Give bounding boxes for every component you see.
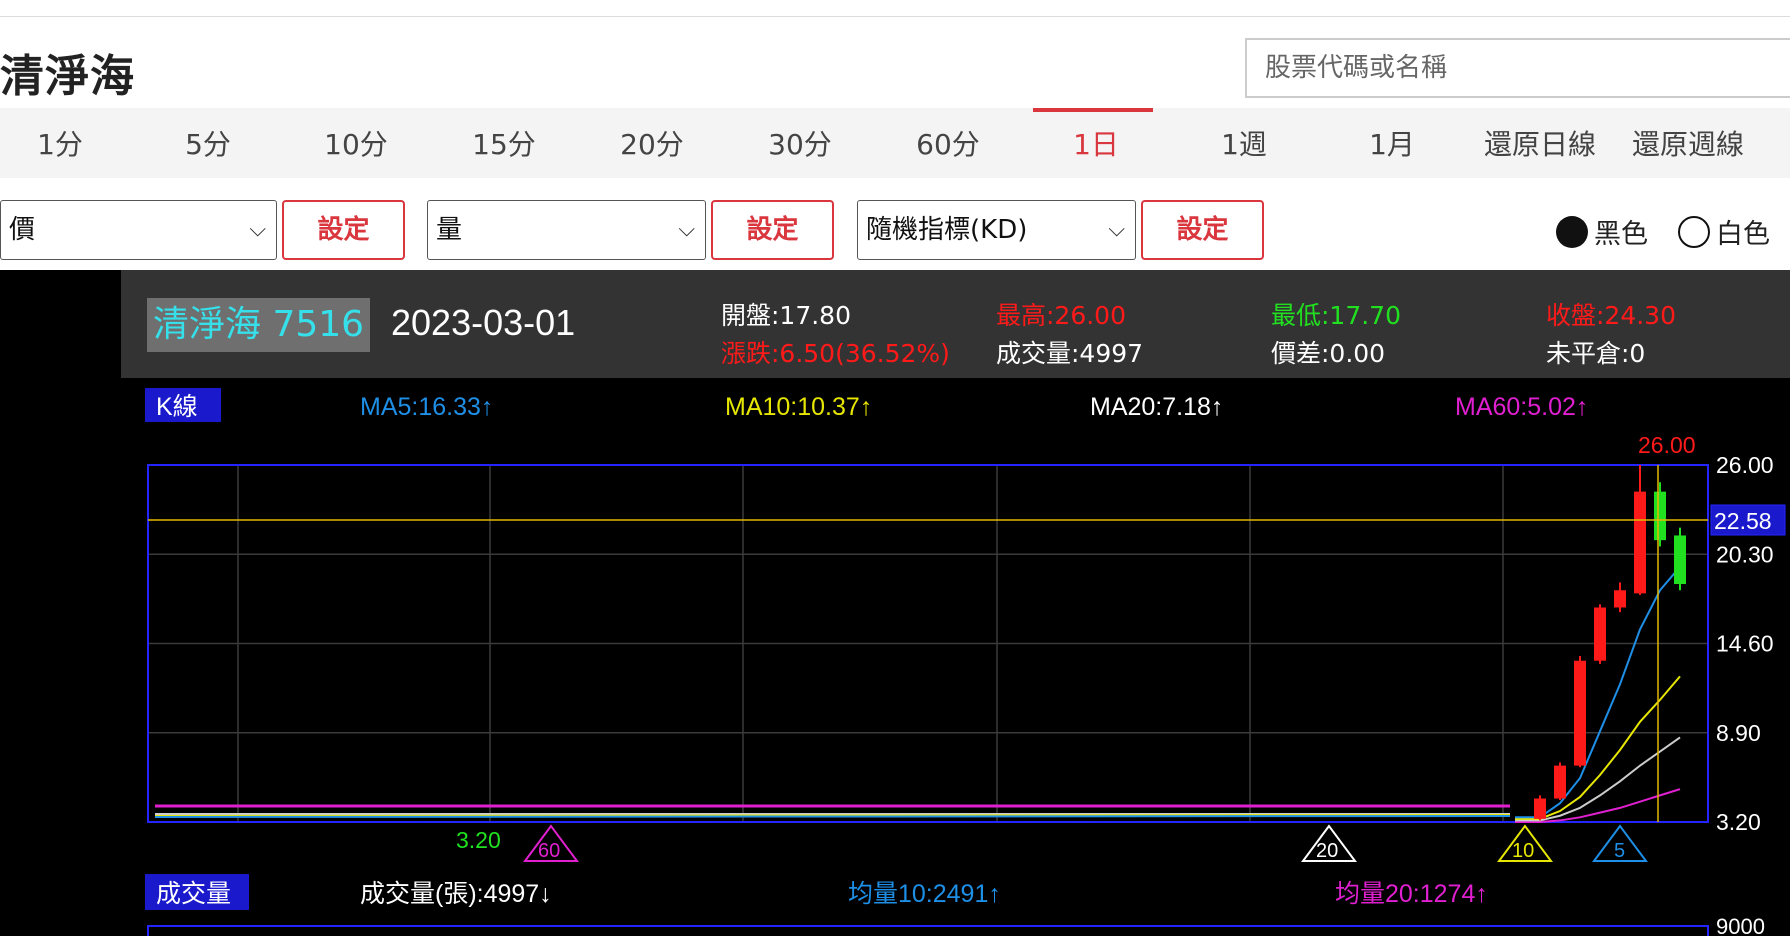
volume-select-value: 量 bbox=[436, 215, 463, 245]
chevron-down-icon: ⌵ bbox=[249, 217, 266, 242]
price-select-value: 價 bbox=[9, 215, 36, 245]
low-marker-label: 3.20 bbox=[456, 827, 501, 853]
volume-set-button[interactable]: 設定 bbox=[711, 200, 834, 260]
indicator-select[interactable]: 隨機指標(KD) ⌵ bbox=[857, 200, 1136, 260]
volume-axis-top: 9000 bbox=[1716, 914, 1765, 936]
tab-11[interactable]: 還原週線 bbox=[1628, 108, 1748, 178]
volume-select[interactable]: 量 ⌵ bbox=[427, 200, 706, 260]
chart-area: 清淨海 7516 2023-03-01 開盤:17.80 最高:26.00 最低… bbox=[0, 270, 1790, 936]
top-divider bbox=[0, 16, 1790, 17]
tab-0[interactable]: 1分 bbox=[0, 108, 120, 178]
kline-label: K線 bbox=[156, 393, 198, 421]
tab-8[interactable]: 1週 bbox=[1184, 108, 1304, 178]
price-select[interactable]: 價 ⌵ bbox=[0, 200, 277, 260]
tab-1[interactable]: 5分 bbox=[148, 108, 268, 178]
candle-body bbox=[1574, 660, 1586, 766]
ma5-line bbox=[1515, 566, 1681, 819]
tab-6[interactable]: 60分 bbox=[888, 108, 1008, 178]
candle-body bbox=[1674, 535, 1686, 584]
volume-avg10: 均量10:2491↑ bbox=[848, 880, 1001, 908]
kline-chart[interactable]: K線 MA5:16.33↑ MA10:10.37↑ MA20:7.18↑ MA6… bbox=[0, 270, 1790, 936]
ma5-label: MA5:16.33↑ bbox=[360, 393, 493, 421]
tab-5[interactable]: 30分 bbox=[740, 108, 860, 178]
ma20-label: MA20:7.18↑ bbox=[1090, 393, 1223, 421]
active-tab-indicator bbox=[1033, 108, 1153, 112]
y-tick-label: 26.00 bbox=[1716, 452, 1774, 478]
candle-body bbox=[1634, 491, 1646, 594]
marker-10: 10 bbox=[1512, 840, 1534, 862]
indicator-select-value: 隨機指標(KD) bbox=[866, 215, 1028, 245]
y-tick-label: 14.60 bbox=[1716, 631, 1774, 657]
radio-filled-icon bbox=[1556, 215, 1588, 248]
volume-avg20: 均量20:1274↑ bbox=[1335, 880, 1488, 908]
marker-5: 5 bbox=[1614, 840, 1625, 862]
ma-lines bbox=[1515, 566, 1681, 823]
volume-current: 成交量(張):4997↓ bbox=[360, 880, 552, 908]
marker-60: 60 bbox=[538, 840, 560, 862]
page-title: 清淨海 bbox=[0, 51, 135, 102]
price-set-button[interactable]: 設定 bbox=[282, 200, 405, 260]
tab-9[interactable]: 1月 bbox=[1332, 108, 1452, 178]
ma60-label: MA60:5.02↑ bbox=[1455, 393, 1588, 421]
search-input[interactable] bbox=[1245, 38, 1790, 98]
ma-cross-markers: 60 20 10 5 bbox=[523, 824, 1648, 862]
candle-body bbox=[1534, 798, 1546, 819]
tab-12[interactable]: 還 bbox=[1776, 108, 1790, 178]
radio-empty-icon bbox=[1678, 215, 1710, 248]
tab-7[interactable]: 1日 bbox=[1036, 108, 1156, 178]
ma10-label: MA10:10.37↑ bbox=[725, 393, 872, 421]
candle-body bbox=[1594, 607, 1606, 661]
candle-body bbox=[1614, 590, 1626, 608]
volume-panel-label: 成交量 bbox=[156, 880, 231, 908]
cursor-value: 22.58 bbox=[1714, 508, 1772, 534]
theme-white-label: 白色 bbox=[1716, 219, 1770, 250]
period-tabs: 1分 5分 10分 15分 20分 30分 60分 1日 1週 1月還原日線還原週線還 bbox=[0, 108, 1790, 178]
candles bbox=[1534, 465, 1686, 821]
chevron-down-icon: ⌵ bbox=[1108, 217, 1125, 242]
tab-4[interactable]: 20分 bbox=[592, 108, 712, 178]
price-history-lines bbox=[154, 804, 1511, 818]
chart-grid bbox=[148, 464, 1708, 823]
chevron-down-icon: ⌵ bbox=[678, 217, 695, 242]
theme-black-radio[interactable]: 黑色 bbox=[1556, 212, 1648, 251]
tab-3[interactable]: 15分 bbox=[444, 108, 564, 178]
theme-black-label: 黑色 bbox=[1594, 219, 1648, 250]
tab-2[interactable]: 10分 bbox=[296, 108, 416, 178]
tab-10[interactable]: 還原日線 bbox=[1480, 108, 1600, 178]
marker-20: 20 bbox=[1316, 840, 1338, 862]
candle-body bbox=[1554, 765, 1566, 799]
volume-frame bbox=[147, 925, 1709, 936]
candle-body bbox=[1654, 491, 1666, 541]
y-tick-label: 3.20 bbox=[1716, 809, 1761, 835]
high-marker-label: 26.00 bbox=[1638, 432, 1696, 458]
y-tick-label: 8.90 bbox=[1716, 720, 1761, 746]
theme-white-radio[interactable]: 白色 bbox=[1678, 212, 1770, 251]
indicator-set-button[interactable]: 設定 bbox=[1141, 200, 1264, 260]
y-tick-label: 20.30 bbox=[1716, 541, 1774, 567]
